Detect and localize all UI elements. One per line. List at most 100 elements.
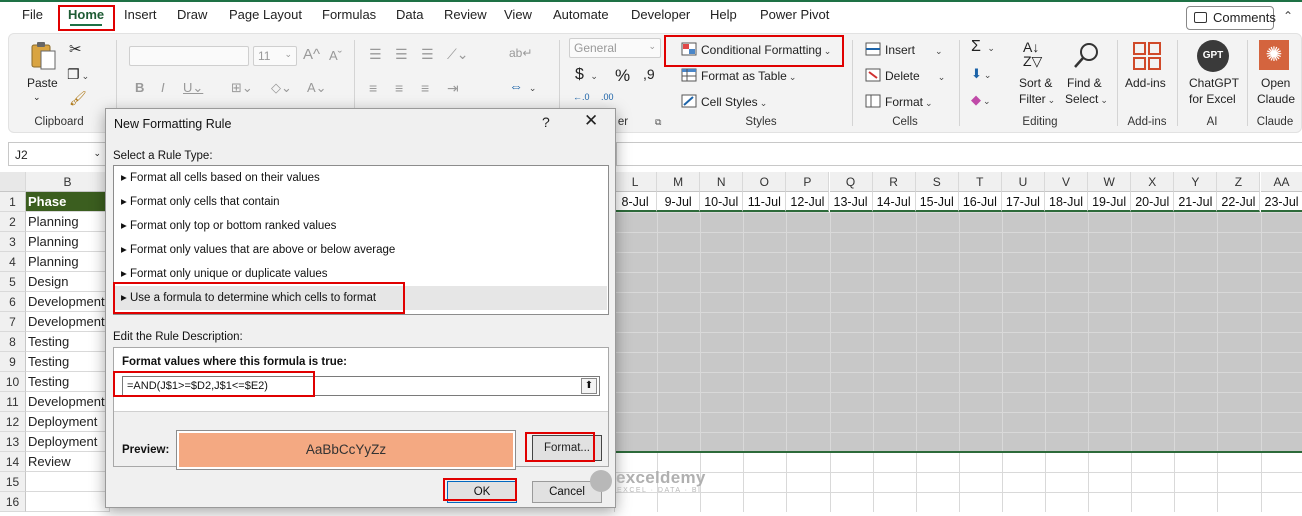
- empty-cell[interactable]: [26, 492, 110, 512]
- indent-icon[interactable]: ⇥: [447, 80, 459, 97]
- format-painter-icon[interactable]: 🖌: [69, 90, 87, 107]
- tab-formulas[interactable]: Formulas: [322, 7, 376, 22]
- empty-cell[interactable]: [26, 472, 110, 492]
- column-header[interactable]: AA: [1260, 172, 1302, 192]
- row-header[interactable]: 10: [0, 372, 26, 392]
- tab-page-layout[interactable]: Page Layout: [229, 7, 302, 22]
- rule-type-item-selected[interactable]: ▸ Use a formula to determine which cells…: [115, 286, 607, 310]
- bold-icon[interactable]: B: [135, 80, 144, 95]
- tab-view[interactable]: View: [504, 7, 532, 22]
- date-header-cell[interactable]: 15-Jul: [915, 192, 959, 212]
- phase-cell[interactable]: Testing: [26, 372, 110, 392]
- column-header[interactable]: V: [1045, 172, 1089, 192]
- paste-label[interactable]: Paste: [27, 76, 58, 90]
- row-header[interactable]: 13: [0, 432, 26, 452]
- date-header-cell[interactable]: 12-Jul: [786, 192, 830, 212]
- copy-icon[interactable]: ❐ ⌄: [67, 66, 89, 83]
- autosum-icon[interactable]: Σ ⌄: [971, 38, 995, 56]
- wrap-text-icon[interactable]: ab↵: [509, 46, 532, 60]
- row-header[interactable]: 1: [0, 192, 26, 212]
- close-icon[interactable]: ✕: [584, 111, 598, 131]
- find-select-button[interactable]: Find &: [1067, 76, 1102, 90]
- column-header[interactable]: M: [657, 172, 701, 192]
- add-ins-button[interactable]: Add-ins: [1125, 76, 1166, 90]
- cut-icon[interactable]: ✂: [69, 40, 82, 58]
- phase-cell[interactable]: Testing: [26, 352, 110, 372]
- phase-cell[interactable]: Planning: [26, 252, 110, 272]
- tab-help[interactable]: Help: [710, 7, 737, 22]
- paste-icon[interactable]: [27, 40, 59, 72]
- row-header[interactable]: 11: [0, 392, 26, 412]
- phase-cell[interactable]: Testing: [26, 332, 110, 352]
- conditional-formatting-button[interactable]: Conditional Formatting ⌄: [681, 42, 831, 57]
- align-top-icon[interactable]: ☰: [369, 46, 382, 63]
- date-header-cell[interactable]: 20-Jul: [1131, 192, 1175, 212]
- sort-filter-button[interactable]: Sort &: [1019, 76, 1052, 90]
- column-header[interactable]: R: [872, 172, 916, 192]
- rule-type-list[interactable]: ▸ Format all cells based on their values…: [113, 165, 609, 315]
- add-ins-icon[interactable]: [1131, 40, 1163, 72]
- date-header-cell[interactable]: 17-Jul: [1001, 192, 1045, 212]
- phase-cell[interactable]: Review: [26, 452, 110, 472]
- row-header[interactable]: 4: [0, 252, 26, 272]
- increase-decimal-icon[interactable]: ←.0: [573, 92, 590, 102]
- rule-type-item[interactable]: ▸ Format only cells that contain: [115, 190, 607, 214]
- rule-type-item[interactable]: ▸ Format all cells based on their values: [115, 166, 607, 190]
- column-header[interactable]: P: [786, 172, 830, 192]
- column-header[interactable]: Q: [829, 172, 873, 192]
- column-header[interactable]: Z: [1217, 172, 1261, 192]
- date-header-cell[interactable]: 9-Jul: [657, 192, 701, 212]
- row-header[interactable]: 15: [0, 472, 26, 492]
- comments-button[interactable]: Comments: [1186, 6, 1276, 30]
- sort-filter-button-2[interactable]: Filter ⌄: [1019, 92, 1055, 106]
- align-bottom-icon[interactable]: ☰: [421, 46, 434, 63]
- date-header-cell[interactable]: 23-Jul: [1260, 192, 1302, 212]
- date-header-cell[interactable]: 8-Jul: [614, 192, 658, 212]
- merge-center-icon[interactable]: ⇔ ⌄: [509, 78, 536, 94]
- rule-type-item[interactable]: ▸ Format only top or bottom ranked value…: [115, 214, 607, 238]
- phase-cell[interactable]: Deployment: [26, 412, 110, 432]
- align-right-icon[interactable]: ≡: [421, 80, 429, 96]
- orientation-icon[interactable]: ⟋⌄: [447, 46, 469, 63]
- decrease-decimal-icon[interactable]: .00: [601, 92, 614, 102]
- help-icon[interactable]: ?: [542, 114, 550, 130]
- increase-font-icon[interactable]: A^: [303, 46, 320, 63]
- tab-draw[interactable]: Draw: [177, 7, 207, 22]
- date-header-cell[interactable]: 13-Jul: [829, 192, 873, 212]
- open-claude-button-2[interactable]: Claude: [1257, 92, 1295, 106]
- chatgpt-button-2[interactable]: for Excel: [1189, 92, 1236, 106]
- tab-automate[interactable]: Automate: [553, 7, 609, 22]
- row-header[interactable]: 12: [0, 412, 26, 432]
- tab-power-pivot[interactable]: Power Pivot: [760, 7, 829, 22]
- column-header[interactable]: W: [1088, 172, 1132, 192]
- column-header[interactable]: L: [614, 172, 658, 192]
- tab-home[interactable]: Home: [68, 7, 104, 26]
- sort-filter-icon[interactable]: A↓ Z▽: [1023, 40, 1042, 68]
- number-format-box[interactable]: General ⌄: [569, 38, 661, 58]
- phase-cell[interactable]: Development: [26, 312, 110, 332]
- column-header[interactable]: T: [958, 172, 1002, 192]
- date-header-cell[interactable]: 10-Jul: [700, 192, 744, 212]
- comma-icon[interactable]: ,9: [643, 66, 655, 82]
- formula-input[interactable]: =AND(J$1>=$D2,J$1<=$E2) ⬆: [122, 376, 600, 396]
- borders-icon[interactable]: ⊞⌄: [231, 80, 253, 96]
- insert-cells-button[interactable]: Insert ⌄: [865, 42, 943, 57]
- date-header-cell[interactable]: 21-Jul: [1174, 192, 1218, 212]
- row-header[interactable]: 2: [0, 212, 26, 232]
- tab-data[interactable]: Data: [396, 7, 423, 22]
- phase-header-cell[interactable]: Phase: [26, 192, 110, 212]
- phase-cell[interactable]: Deployment: [26, 432, 110, 452]
- column-header[interactable]: S: [915, 172, 959, 192]
- format-button[interactable]: Format...: [532, 435, 602, 461]
- row-header[interactable]: 9: [0, 352, 26, 372]
- chatgpt-button[interactable]: ChatGPT: [1189, 76, 1239, 90]
- column-header[interactable]: O: [743, 172, 787, 192]
- column-header[interactable]: Y: [1174, 172, 1218, 192]
- fill-color-icon[interactable]: ◇⌄: [271, 80, 292, 96]
- date-header-cell[interactable]: 19-Jul: [1088, 192, 1132, 212]
- clear-icon[interactable]: ◆ ⌄: [971, 92, 991, 108]
- align-center-icon[interactable]: ≡: [395, 80, 403, 96]
- phase-cell[interactable]: Development: [26, 292, 110, 312]
- find-select-button-2[interactable]: Select ⌄: [1065, 92, 1108, 106]
- currency-icon[interactable]: $ ⌄: [575, 66, 598, 84]
